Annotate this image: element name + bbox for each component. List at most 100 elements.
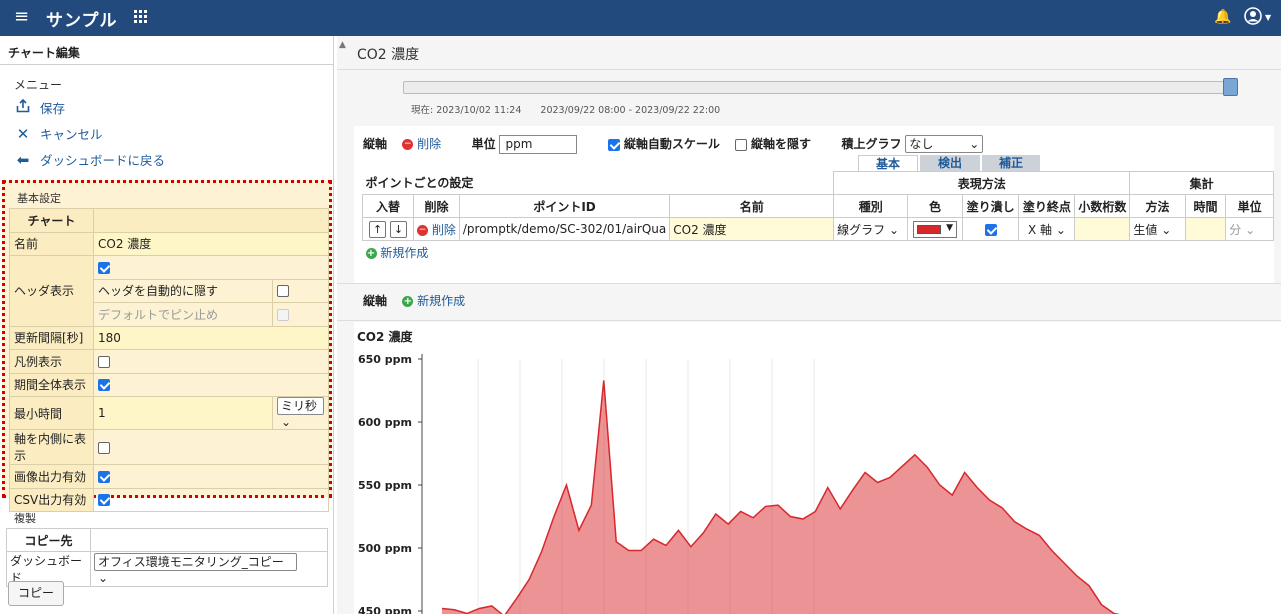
autohide-label: ヘッダを自動的に隠す — [93, 278, 273, 303]
fill-end-select[interactable]: X 軸 ⌄ — [1028, 223, 1066, 237]
basic-settings-heading: 基本設定 — [17, 192, 61, 205]
dashboard-value: オフィス環境モニタリング_コピー — [98, 555, 284, 569]
save-label: 保存 — [40, 101, 66, 116]
series-area — [442, 380, 1127, 614]
hamburger-menu-icon[interactable]: ≡ — [14, 8, 29, 26]
chart-preview-panel: ▲ CO2 濃度 現在: 2023/10/02 11:24 2023/09/22… — [337, 36, 1281, 614]
back-to-dashboard-button[interactable]: ⬅ ダッシュボードに戻る — [14, 150, 165, 170]
chevron-down-icon: ⌄ — [969, 137, 980, 151]
method-value: 生値 — [1133, 222, 1158, 237]
swap-cell: ↑ ↓ — [361, 217, 415, 241]
chevron-down-icon: ⌄ — [888, 222, 900, 237]
basic-settings-section: 基本設定 チャート 名前 CO2 濃度 ヘッダ表示 ヘッダを自動的に隠す デフォ… — [2, 180, 332, 512]
y-tick-label: 650 ppm — [358, 353, 412, 366]
pin-checkbox — [277, 308, 289, 321]
plus-icon: + — [402, 296, 414, 307]
image-output-checkbox[interactable] — [98, 470, 110, 483]
blank-header — [90, 528, 328, 552]
apps-grid-icon[interactable] — [134, 10, 148, 24]
axis-settings-row: 縦軸 − 削除 単位 ppm 縦軸自動スケール 縦軸を隠す 積上グラフ なし ⌄ — [363, 135, 984, 154]
csv-output-checkbox[interactable] — [98, 494, 110, 507]
legend-checkbox[interactable] — [98, 355, 110, 368]
col-header-decimals: 小数桁数 — [1074, 194, 1131, 218]
collapse-triangle-icon[interactable]: ▲ — [339, 40, 346, 50]
col-header-point-id: ポイントID — [458, 194, 671, 218]
share-upload-icon — [14, 98, 32, 118]
unit-value: 分 — [1229, 222, 1242, 237]
notification-bell-icon[interactable]: 🔔 — [1214, 9, 1231, 25]
y-tick-label: 500 ppm — [358, 542, 412, 555]
chevron-down-icon: ⌄ — [281, 415, 292, 429]
dashboard-select[interactable]: オフィス環境モニタリング_コピー ⌄ — [94, 553, 297, 585]
mintime-field[interactable]: 1 — [93, 396, 273, 430]
autohide-checkbox[interactable] — [277, 285, 289, 298]
col-header-unit: 単位 — [1225, 194, 1274, 218]
unit-input[interactable]: ppm — [499, 135, 578, 154]
chevron-down-icon: ⌄ — [98, 571, 109, 585]
chevron-down-icon: ⌄ — [1055, 222, 1066, 237]
copyto-header: コピー先 — [6, 528, 91, 552]
fill-checkbox[interactable] — [984, 223, 997, 236]
point-name-field[interactable]: CO2 濃度 — [669, 217, 835, 241]
color-picker[interactable]: ▼ — [913, 220, 958, 238]
vaxis-add-row: 縦軸 + 新規作成 — [363, 292, 465, 309]
delete-cell: − 削除 — [413, 217, 460, 241]
unit-cell: 分 ⌄ — [1225, 217, 1274, 241]
method-select[interactable]: 生値 ⌄ — [1133, 223, 1171, 237]
divider — [337, 69, 1281, 70]
y-tick-label: 550 ppm — [358, 479, 412, 492]
time-field[interactable] — [1184, 217, 1227, 241]
chart-title: CO2 濃度 — [357, 47, 420, 63]
stack-select[interactable]: なし ⌄ — [905, 135, 984, 153]
mintime-unit-select[interactable]: ミリ秒 ⌄ — [277, 397, 324, 429]
move-up-button[interactable]: ↑ — [369, 220, 387, 238]
delete-axis-button[interactable]: − 削除 — [402, 137, 441, 151]
legend-cell — [93, 349, 329, 374]
tab-detection[interactable]: 検出 — [920, 155, 980, 172]
type-select[interactable]: 線グラフ ⌄ — [837, 223, 899, 237]
autohide-cell — [272, 278, 329, 303]
tab-basic[interactable]: 基本 — [858, 155, 918, 172]
blank-header — [93, 208, 329, 233]
col-header-delete: 削除 — [413, 194, 460, 218]
user-account-icon[interactable] — [1244, 7, 1262, 30]
cancel-button[interactable]: ✕ キャンセル — [14, 124, 103, 144]
fullperiod-checkbox[interactable] — [98, 379, 110, 392]
header-display-checkbox[interactable] — [98, 261, 110, 274]
new-axis-button[interactable]: + 新規作成 — [402, 294, 465, 308]
color-cell: ▼ — [907, 217, 963, 241]
type-value: 線グラフ — [837, 222, 886, 237]
save-button[interactable]: 保存 — [14, 98, 65, 118]
axisinside-checkbox[interactable] — [98, 441, 110, 454]
autoscale-checkbox[interactable] — [608, 138, 620, 151]
mintime-unit-value: ミリ秒 — [281, 399, 318, 413]
axisinside-cell — [93, 429, 329, 465]
col-header-color: 色 — [907, 194, 963, 218]
time-range-slider[interactable] — [403, 81, 1229, 94]
panel-title: チャート編集 — [8, 46, 80, 60]
tab-correction[interactable]: 補正 — [982, 155, 1040, 172]
vaxis-add-label: 縦軸 — [363, 294, 388, 308]
expression-group-header: 表現方法 — [833, 171, 1131, 195]
col-header-fill-end: 塗り終点 — [1018, 194, 1076, 218]
image-output-cell — [93, 464, 329, 489]
decimals-field[interactable] — [1074, 217, 1131, 241]
time-info: 現在: 2023/10/02 11:24 2023/09/22 08:00 - … — [411, 102, 736, 116]
new-point-label: 新規作成 — [380, 245, 429, 260]
chevron-down-icon: ▼ — [946, 222, 954, 233]
delete-point-label: 削除 — [431, 222, 456, 237]
interval-field[interactable]: 180 — [93, 325, 329, 350]
pin-label: デフォルトでピン止め — [93, 302, 273, 327]
chevron-down-icon[interactable]: ▼ — [1265, 13, 1271, 22]
csv-output-label: CSV出力有効 — [9, 487, 94, 512]
delete-label: 削除 — [417, 137, 442, 151]
name-field[interactable]: CO2 濃度 — [93, 231, 329, 256]
slider-handle[interactable] — [1223, 78, 1238, 96]
color-swatch — [917, 224, 942, 234]
aggregation-group-header: 集計 — [1129, 171, 1274, 195]
copy-button[interactable]: コピー — [8, 581, 64, 606]
move-down-button[interactable]: ↓ — [389, 220, 407, 238]
new-point-button[interactable]: + 新規作成 — [365, 245, 429, 260]
delete-point-button[interactable]: − 削除 — [417, 223, 456, 237]
hide-axis-checkbox[interactable] — [735, 138, 748, 151]
